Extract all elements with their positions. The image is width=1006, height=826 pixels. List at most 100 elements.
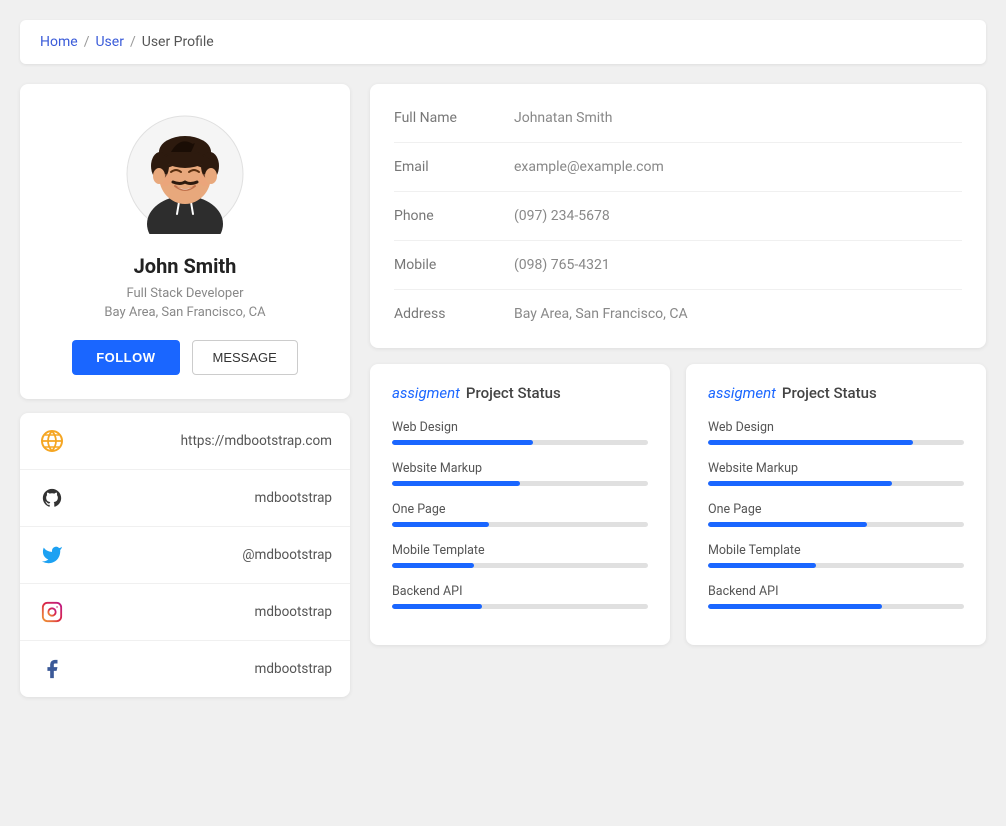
value-mobile: (098) 765-4321 bbox=[514, 257, 610, 273]
progress-backend-api-2: Backend API bbox=[708, 584, 964, 609]
facebook-icon bbox=[38, 655, 66, 683]
label-mobile: Mobile bbox=[394, 257, 514, 273]
progress-fill-mobile-template-2 bbox=[708, 563, 816, 568]
twitter-value: @mdbootstrap bbox=[242, 547, 332, 563]
progress-bg-backend-api-1 bbox=[392, 604, 648, 609]
progress-bg-one-page-1 bbox=[392, 522, 648, 527]
progress-mobile-template-1: Mobile Template bbox=[392, 543, 648, 568]
value-email: example@example.com bbox=[514, 159, 664, 175]
progress-website-markup-1: Website Markup bbox=[392, 461, 648, 486]
progress-label-mobile-template-1: Mobile Template bbox=[392, 543, 648, 558]
facebook-value: mdbootstrap bbox=[255, 661, 332, 677]
github-value: mdbootstrap bbox=[255, 490, 332, 506]
profile-name: John Smith bbox=[40, 254, 330, 278]
progress-bg-website-markup-2 bbox=[708, 481, 964, 486]
breadcrumb-bar: Home / User / User Profile bbox=[20, 20, 986, 64]
follow-button[interactable]: FOLLOW bbox=[72, 340, 179, 375]
progress-label-backend-api-1: Backend API bbox=[392, 584, 648, 599]
progress-fill-one-page-2 bbox=[708, 522, 867, 527]
progress-mobile-template-2: Mobile Template bbox=[708, 543, 964, 568]
progress-fill-backend-api-1 bbox=[392, 604, 482, 609]
github-icon bbox=[38, 484, 66, 512]
social-item-instagram[interactable]: mdbootstrap bbox=[20, 584, 350, 641]
info-row-address: Address Bay Area, San Francisco, CA bbox=[394, 290, 962, 338]
message-button[interactable]: MESSAGE bbox=[192, 340, 298, 375]
assignment-label-1: assigment bbox=[392, 384, 460, 402]
instagram-icon bbox=[38, 598, 66, 626]
project-card-2-title: assigment Project Status bbox=[708, 384, 964, 402]
avatar bbox=[125, 114, 245, 234]
label-address: Address bbox=[394, 306, 514, 322]
progress-fill-mobile-template-1 bbox=[392, 563, 474, 568]
progress-website-markup-2: Website Markup bbox=[708, 461, 964, 486]
progress-label-one-page-1: One Page bbox=[392, 502, 648, 517]
progress-label-web-design-2: Web Design bbox=[708, 420, 964, 435]
social-item-facebook[interactable]: mdbootstrap bbox=[20, 641, 350, 697]
progress-bg-backend-api-2 bbox=[708, 604, 964, 609]
progress-fill-website-markup-2 bbox=[708, 481, 892, 486]
progress-fill-web-design-2 bbox=[708, 440, 913, 445]
status-label-1: Project Status bbox=[466, 384, 561, 402]
info-card: Full Name Johnatan Smith Email example@e… bbox=[370, 84, 986, 348]
assignment-label-2: assigment bbox=[708, 384, 776, 402]
label-email: Email bbox=[394, 159, 514, 175]
info-row-email: Email example@example.com bbox=[394, 143, 962, 192]
info-row-phone: Phone (097) 234-5678 bbox=[394, 192, 962, 241]
progress-fill-one-page-1 bbox=[392, 522, 489, 527]
progress-fill-backend-api-2 bbox=[708, 604, 882, 609]
progress-backend-api-1: Backend API bbox=[392, 584, 648, 609]
instagram-value: mdbootstrap bbox=[255, 604, 332, 620]
progress-one-page-1: One Page bbox=[392, 502, 648, 527]
breadcrumb-home[interactable]: Home bbox=[40, 34, 78, 50]
progress-bg-web-design-2 bbox=[708, 440, 964, 445]
progress-label-backend-api-2: Backend API bbox=[708, 584, 964, 599]
globe-icon bbox=[38, 427, 66, 455]
label-phone: Phone bbox=[394, 208, 514, 224]
breadcrumb: Home / User / User Profile bbox=[40, 34, 966, 50]
status-label-2: Project Status bbox=[782, 384, 877, 402]
value-phone: (097) 234-5678 bbox=[514, 208, 610, 224]
avatar-container bbox=[40, 114, 330, 238]
project-card-2: assigment Project Status Web Design Webs… bbox=[686, 364, 986, 645]
breadcrumb-sep-1: / bbox=[84, 34, 90, 50]
website-value: https://mdbootstrap.com bbox=[181, 433, 332, 449]
progress-bg-mobile-template-2 bbox=[708, 563, 964, 568]
value-address: Bay Area, San Francisco, CA bbox=[514, 306, 688, 322]
progress-one-page-2: One Page bbox=[708, 502, 964, 527]
project-card-1-title: assigment Project Status bbox=[392, 384, 648, 402]
profile-actions: FOLLOW MESSAGE bbox=[40, 340, 330, 375]
profile-location: Bay Area, San Francisco, CA bbox=[40, 305, 330, 320]
progress-bg-web-design-1 bbox=[392, 440, 648, 445]
breadcrumb-sep-2: / bbox=[130, 34, 136, 50]
profile-title: Full Stack Developer bbox=[40, 286, 330, 301]
progress-bg-one-page-2 bbox=[708, 522, 964, 527]
label-full-name: Full Name bbox=[394, 110, 514, 126]
progress-label-mobile-template-2: Mobile Template bbox=[708, 543, 964, 558]
breadcrumb-current: User Profile bbox=[142, 34, 214, 50]
social-item-github[interactable]: mdbootstrap bbox=[20, 470, 350, 527]
main-layout: John Smith Full Stack Developer Bay Area… bbox=[20, 84, 986, 697]
progress-label-website-markup-2: Website Markup bbox=[708, 461, 964, 476]
progress-label-one-page-2: One Page bbox=[708, 502, 964, 517]
profile-card: John Smith Full Stack Developer Bay Area… bbox=[20, 84, 350, 399]
progress-bg-mobile-template-1 bbox=[392, 563, 648, 568]
progress-label-web-design-1: Web Design bbox=[392, 420, 648, 435]
progress-bg-website-markup-1 bbox=[392, 481, 648, 486]
social-card: https://mdbootstrap.com mdbootstrap bbox=[20, 413, 350, 697]
project-cards-row: assigment Project Status Web Design Webs… bbox=[370, 364, 986, 645]
info-row-name: Full Name Johnatan Smith bbox=[394, 94, 962, 143]
progress-web-design-1: Web Design bbox=[392, 420, 648, 445]
right-column: Full Name Johnatan Smith Email example@e… bbox=[370, 84, 986, 645]
left-column: John Smith Full Stack Developer Bay Area… bbox=[20, 84, 350, 697]
social-item-website[interactable]: https://mdbootstrap.com bbox=[20, 413, 350, 470]
twitter-icon bbox=[38, 541, 66, 569]
breadcrumb-user[interactable]: User bbox=[95, 34, 123, 50]
progress-fill-web-design-1 bbox=[392, 440, 533, 445]
progress-fill-website-markup-1 bbox=[392, 481, 520, 486]
progress-label-website-markup-1: Website Markup bbox=[392, 461, 648, 476]
social-item-twitter[interactable]: @mdbootstrap bbox=[20, 527, 350, 584]
value-full-name: Johnatan Smith bbox=[514, 110, 612, 126]
project-card-1: assigment Project Status Web Design Webs… bbox=[370, 364, 670, 645]
info-row-mobile: Mobile (098) 765-4321 bbox=[394, 241, 962, 290]
progress-web-design-2: Web Design bbox=[708, 420, 964, 445]
